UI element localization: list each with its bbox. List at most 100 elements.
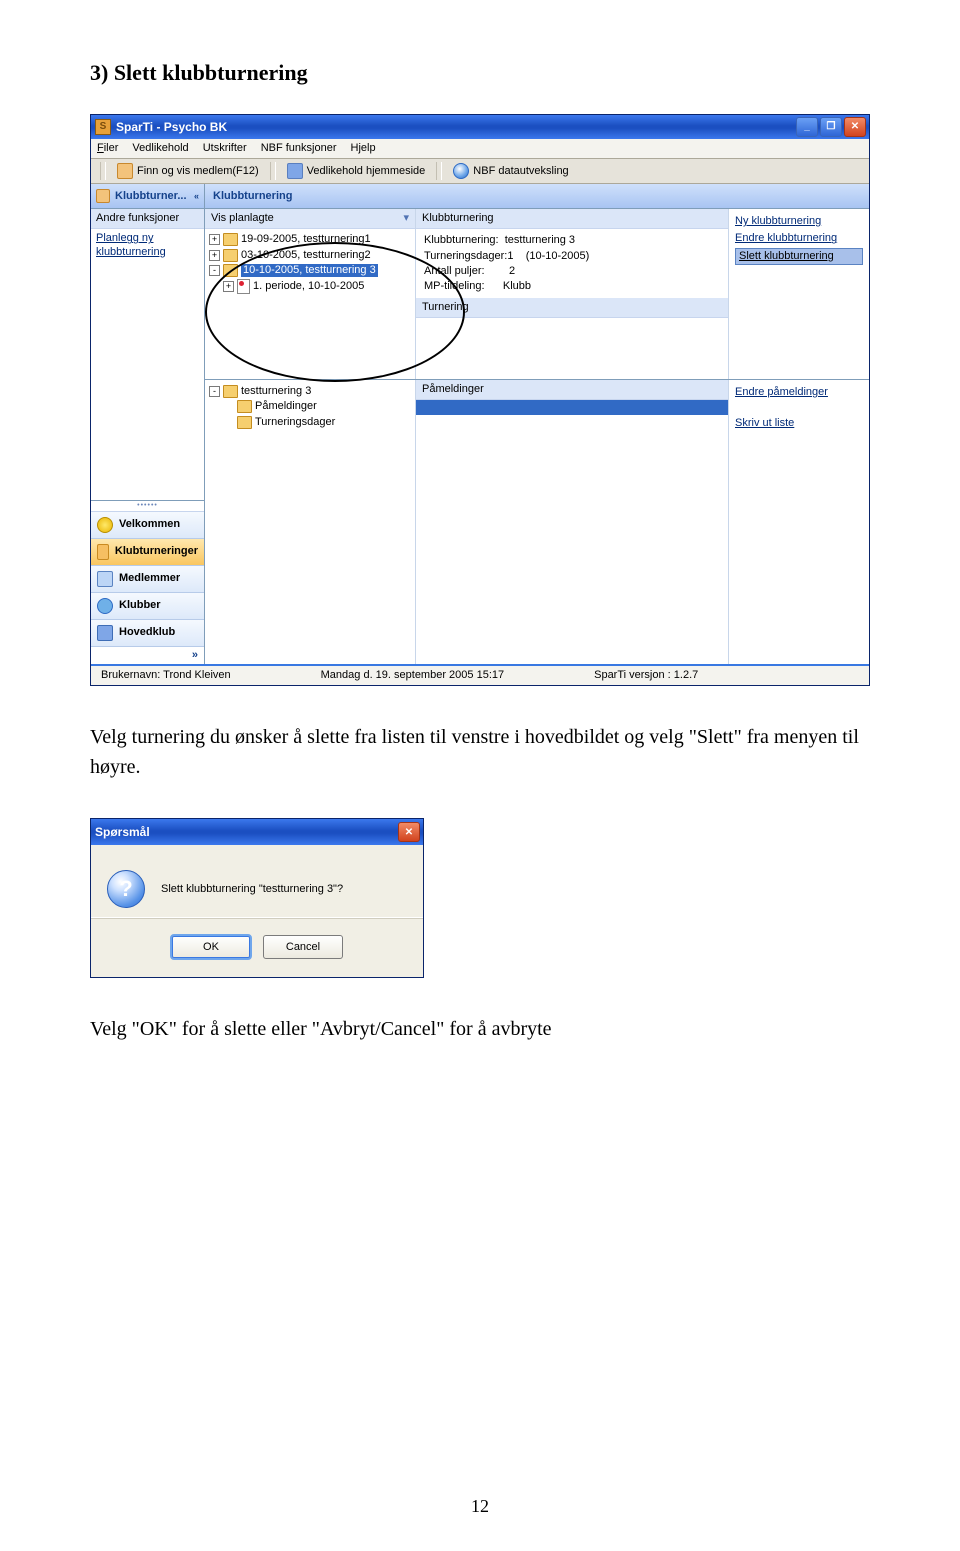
paragraph-2: Velg "OK" for å slette eller "Avbryt/Can… xyxy=(90,1014,870,1044)
nav-klubturneringer[interactable]: Klubturneringer xyxy=(91,539,204,566)
minimize-button[interactable]: _ xyxy=(796,117,818,137)
nav-medlemmer[interactable]: Medlemmer xyxy=(91,566,204,593)
menu-utskrifter[interactable]: Utskrifter xyxy=(203,142,247,155)
detail-panel: Klubbturnering Klubbturnering: testturne… xyxy=(416,209,869,379)
main-tab-header: Klubbturnering xyxy=(205,184,869,209)
link-print-list[interactable]: Skriv ut liste xyxy=(735,415,863,432)
sidebar-header-icon xyxy=(96,189,110,203)
dialog-close-button[interactable]: ✕ xyxy=(398,822,420,842)
menu-vedlikehold[interactable]: Vedlikehold xyxy=(132,142,188,155)
period-icon xyxy=(237,279,250,294)
question-icon xyxy=(107,870,145,908)
dialog-titlebar: Spørsmål ✕ xyxy=(91,819,423,845)
lower-region: -testturnering 3 Påmeldinger Turneringsd… xyxy=(205,380,869,664)
toolbar-nbf-exchange[interactable]: NBF datautveksling xyxy=(449,162,572,180)
dialog-body: Slett klubbturnering "testturnering 3"? … xyxy=(91,845,423,977)
sidebar-header: Klubbturner... « xyxy=(91,184,204,209)
sidebar-more-icon[interactable]: » xyxy=(91,647,204,664)
app-window: S SparTi - Psycho BK _ ❐ ✕ Filer Vedlike… xyxy=(90,114,870,686)
tree-row[interactable]: -testturnering 3 xyxy=(209,384,411,399)
menu-filer[interactable]: Filer xyxy=(97,142,118,155)
plus-icon[interactable]: + xyxy=(223,281,234,292)
kv-value: (10-10-2005) xyxy=(526,250,590,262)
nav-klubber[interactable]: Klubber xyxy=(91,593,204,620)
link-edit-tournament[interactable]: Endre klubbturnering xyxy=(735,230,863,247)
nbf-exchange-icon xyxy=(453,163,469,179)
sidebar-resize-handle[interactable]: •••••• xyxy=(91,501,204,512)
lower-tree-panel: -testturnering 3 Påmeldinger Turneringsd… xyxy=(205,380,416,664)
plus-icon[interactable]: + xyxy=(209,234,220,245)
kv-label: Turneringsdager:1 xyxy=(424,250,513,262)
hovedklub-icon xyxy=(97,625,113,641)
menu-hjelp[interactable]: Hjelp xyxy=(351,142,376,155)
statusbar: Brukernavn: Trond Kleiven Mandag d. 19. … xyxy=(91,664,869,685)
cancel-button[interactable]: Cancel xyxy=(263,935,343,959)
main-column: Klubbturnering Vis planlagte ▾ +19-09-20… xyxy=(205,184,869,664)
page-number: 12 xyxy=(0,1496,960,1517)
window-title: SparTi - Psycho BK xyxy=(116,120,794,134)
toolbar-maintain-home[interactable]: Vedlikehold hjemmeside xyxy=(283,162,430,180)
plus-icon[interactable]: + xyxy=(209,250,220,261)
smile-icon xyxy=(97,517,113,533)
folder-icon xyxy=(223,385,238,398)
nav-velkommen[interactable]: Velkommen xyxy=(91,512,204,539)
menu-nbf[interactable]: NBF funksjoner xyxy=(261,142,337,155)
members-icon xyxy=(97,571,113,587)
kv-label: MP-tildeling: xyxy=(424,280,485,292)
link-new-tournament[interactable]: Ny klubbturnering xyxy=(735,213,863,230)
kv-label: Antall puljer: xyxy=(424,265,485,277)
close-button[interactable]: ✕ xyxy=(844,117,866,137)
link-delete-tournament[interactable]: Slett klubbturnering xyxy=(735,248,863,265)
detail-kv: Klubbturnering: testturnering 3 Turnerin… xyxy=(416,229,728,298)
menubar: Filer Vedlikehold Utskrifter NBF funksjo… xyxy=(91,139,869,159)
tree-row-child[interactable]: Turneringsdager xyxy=(209,415,411,430)
section-heading: 3) Slett klubbturnering xyxy=(90,60,870,86)
lower-list-selected-row[interactable] xyxy=(416,400,728,415)
link-edit-signups[interactable]: Endre påmeldinger xyxy=(735,384,863,401)
maximize-button[interactable]: ❐ xyxy=(820,117,842,137)
sidebar: Klubbturner... « Andre funksjoner Planle… xyxy=(91,184,205,664)
folder-icon xyxy=(223,249,238,262)
ok-button[interactable]: OK xyxy=(171,935,251,959)
lower-list-panel: Påmeldinger Endre påmeldinger Skriv ut l… xyxy=(416,380,869,664)
toolbar-find-member[interactable]: Finn og vis medlem(F12) xyxy=(113,162,263,180)
minus-icon[interactable]: - xyxy=(209,386,220,397)
lower-tree: -testturnering 3 Påmeldinger Turneringsd… xyxy=(205,380,415,433)
tournament-tree: +19-09-2005, testturnering1 +03-10-2005,… xyxy=(205,229,415,298)
tree-row[interactable]: +03-10-2005, testturnering2 xyxy=(209,248,411,263)
tree-row[interactable]: -10-10-2005, testturnering 3 xyxy=(209,263,411,278)
maintain-home-icon xyxy=(287,163,303,179)
window-titlebar: S SparTi - Psycho BK _ ❐ ✕ xyxy=(91,115,869,139)
sidebar-plan-link[interactable]: Planlegg ny klubbturnering xyxy=(91,229,204,261)
folder-icon xyxy=(237,416,252,429)
tree-row-child[interactable]: +1. periode, 10-10-2005 xyxy=(209,278,411,295)
tree-row-child[interactable]: Påmeldinger xyxy=(209,399,411,414)
toolbar: Finn og vis medlem(F12) Vedlikehold hjem… xyxy=(91,159,869,184)
status-user: Brukernavn: Trond Kleiven xyxy=(101,669,231,682)
lower-list-strip: Påmeldinger xyxy=(416,380,728,400)
status-date: Mandag d. 19. september 2005 15:17 xyxy=(321,669,504,682)
sidebar-nav: •••••• Velkommen Klubturneringer Medlemm… xyxy=(91,500,204,665)
folder-icon xyxy=(237,400,252,413)
sidebar-collapse-icon[interactable]: « xyxy=(194,191,199,202)
dialog-title: Spørsmål xyxy=(95,825,396,839)
app-icon: S xyxy=(95,119,111,135)
kv-label: Klubbturnering: xyxy=(424,234,499,246)
workspace: Klubbturner... « Andre funksjoner Planle… xyxy=(91,184,869,664)
detail-strip1: Klubbturnering xyxy=(416,209,728,229)
detail-link-column: Ny klubbturnering Endre klubbturnering S… xyxy=(729,209,869,379)
nav-hovedklub[interactable]: Hovedklub xyxy=(91,620,204,647)
dialog-message: Slett klubbturnering "testturnering 3"? xyxy=(161,883,343,895)
folder-icon xyxy=(223,264,238,277)
status-version: SparTi versjon : 1.2.7 xyxy=(594,669,698,682)
upper-tree-panel: Vis planlagte ▾ +19-09-2005, testturneri… xyxy=(205,209,416,379)
detail-strip2: Turnering xyxy=(416,298,728,318)
folder-icon xyxy=(223,233,238,246)
clubs-icon xyxy=(97,598,113,614)
tree-strip: Vis planlagte ▾ xyxy=(205,209,415,229)
minus-icon[interactable]: - xyxy=(209,265,220,276)
chevron-down-icon[interactable]: ▾ xyxy=(403,212,409,225)
paragraph-1: Velg turnering du ønsker å slette fra li… xyxy=(90,722,870,782)
find-member-icon xyxy=(117,163,133,179)
tree-row[interactable]: +19-09-2005, testturnering1 xyxy=(209,232,411,247)
